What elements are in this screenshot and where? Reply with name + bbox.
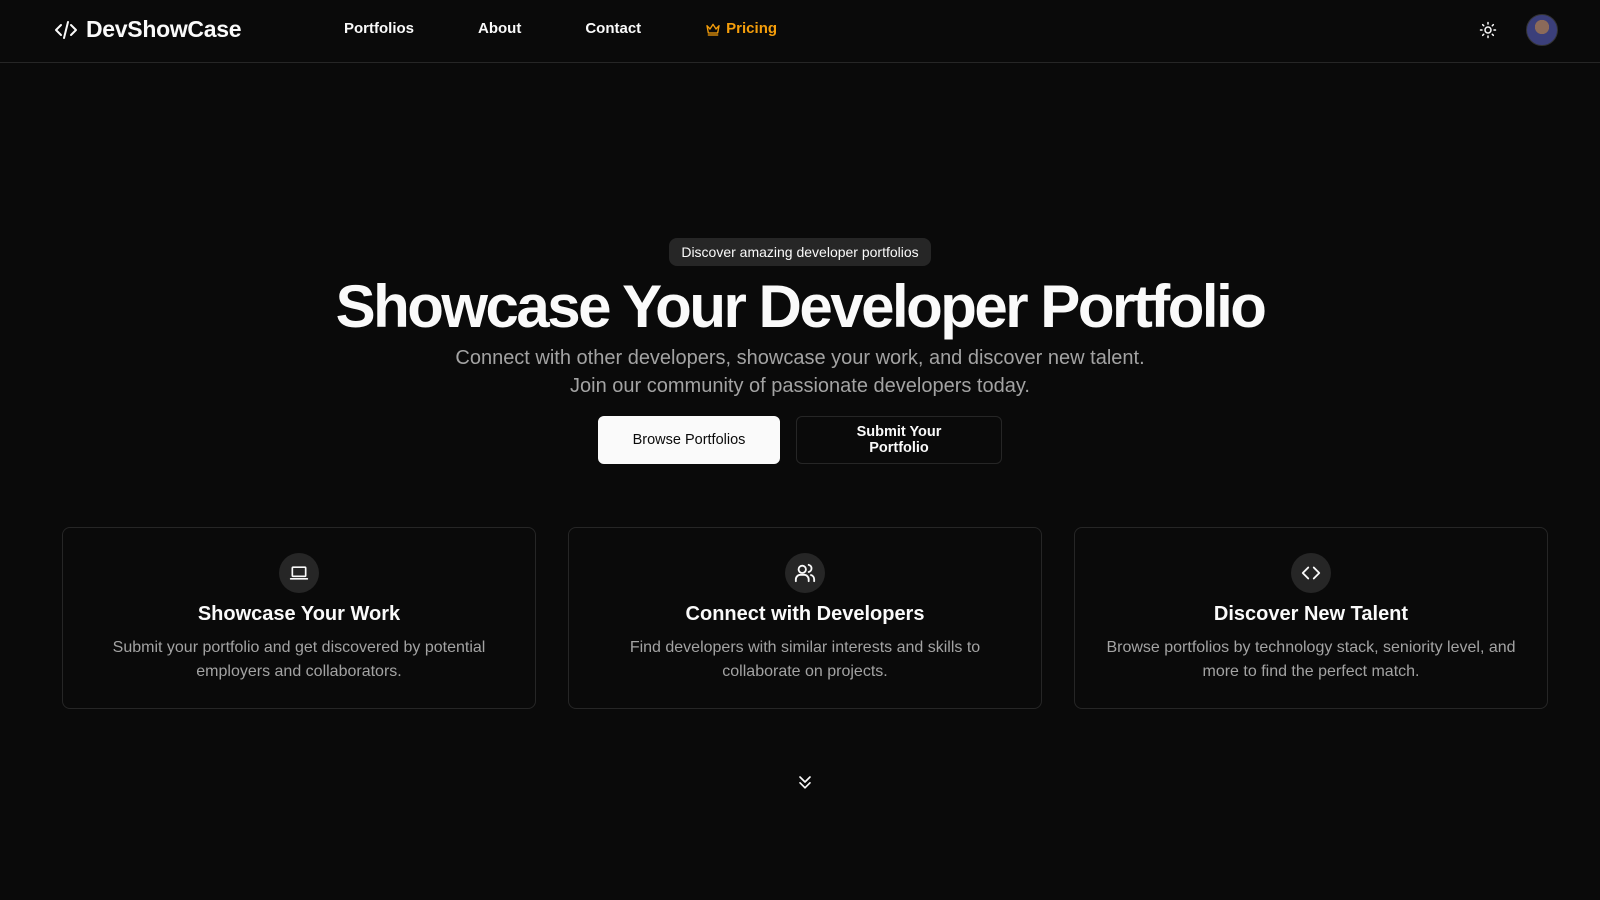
code-icon	[1301, 566, 1321, 580]
feature-description: Browse portfolios by technology stack, s…	[1106, 639, 1516, 680]
brand-logo[interactable]: DevShowCase	[54, 16, 242, 43]
feature-icon-wrap	[1291, 553, 1331, 593]
nav-contact[interactable]: Contact	[585, 20, 641, 37]
chevrons-down-icon	[799, 776, 811, 789]
feature-title: Showcase Your Work	[197, 603, 401, 625]
hero-section: Discover amazing developer portfolios Sh…	[0, 238, 1600, 464]
nav-portfolios[interactable]: Portfolios	[344, 20, 414, 37]
nav-pricing[interactable]: Pricing	[705, 20, 777, 37]
theme-toggle-button[interactable]	[1474, 16, 1502, 44]
browse-portfolios-button[interactable]: Browse Portfolios	[598, 416, 780, 464]
feature-card: Discover New Talent Browse portfolios by…	[1074, 527, 1548, 709]
scroll-down-button[interactable]	[795, 772, 815, 792]
nav-pricing-label: Pricing	[726, 20, 778, 37]
code-icon	[55, 20, 77, 39]
feature-icon-wrap	[279, 553, 319, 593]
feature-description: Find developers with similar interests a…	[629, 639, 981, 680]
hero-title: Showcase Your Developer Portfolio	[335, 273, 1267, 340]
brand-name: DevShowCase	[86, 16, 242, 42]
submit-portfolio-button[interactable]: Submit Your Portfolio	[796, 416, 1002, 464]
features-section: Showcase Your Work Submit your portfolio…	[62, 527, 1548, 709]
users-icon	[794, 563, 816, 583]
feature-description: Submit your portfolio and get discovered…	[112, 639, 486, 680]
nav-about[interactable]: About	[478, 20, 521, 37]
user-avatar[interactable]	[1526, 14, 1558, 46]
feature-icon-wrap	[785, 553, 825, 593]
hero-actions: Browse Portfolios Submit Your Portfolio	[0, 416, 1600, 464]
hero-badge: Discover amazing developer portfolios	[669, 238, 931, 266]
feature-title: Connect with Developers	[685, 603, 925, 625]
feature-card: Showcase Your Work Submit your portfolio…	[62, 527, 536, 709]
sun-icon	[1479, 21, 1497, 39]
hero-subtitle: Connect with other developers, showcase …	[455, 347, 1145, 397]
feature-title: Discover New Talent	[1213, 603, 1409, 625]
crown-icon	[706, 23, 720, 36]
site-header: DevShowCase Portfolios About Contact Pri…	[0, 0, 1600, 63]
laptop-icon	[289, 566, 309, 580]
main-nav: Portfolios About Contact Pricing	[344, 20, 841, 37]
feature-card: Connect with Developers Find developers …	[568, 527, 1042, 709]
